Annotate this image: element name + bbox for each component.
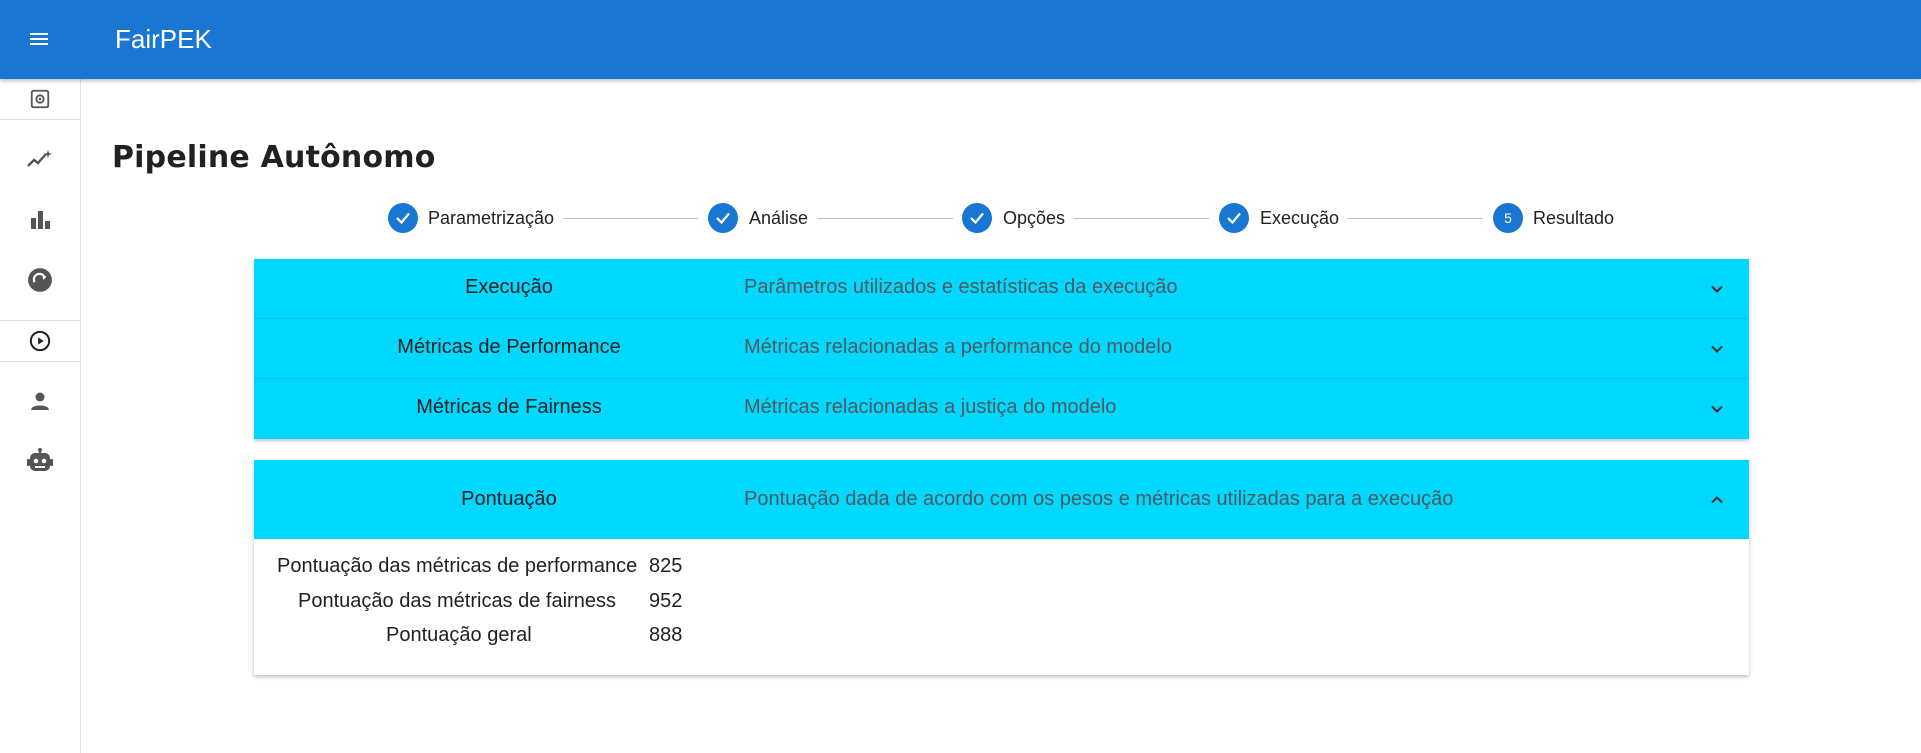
step-3-label[interactable]: Opções (1003, 208, 1065, 229)
step-3-circle[interactable] (962, 203, 992, 233)
sidebar-item-trending[interactable] (0, 140, 80, 180)
panel-description: Métricas relacionadas a justiça do model… (744, 396, 1117, 418)
settings-icon (30, 89, 50, 109)
chevron-down-icon (1711, 405, 1723, 413)
score-panel: Pontuação Pontuação dada de acordo com o… (254, 460, 1749, 675)
sidebar-divider (0, 361, 80, 362)
trending-icon (27, 150, 52, 167)
sidebar-item-refresh[interactable] (0, 260, 80, 300)
step-4-label[interactable]: Execução (1260, 208, 1339, 229)
score-label: Pontuação das métricas de fairness (298, 590, 616, 612)
sidebar-item-settings[interactable] (0, 79, 80, 119)
menu-icon (30, 33, 48, 45)
panel-title: Execução (465, 276, 553, 298)
stepper: Parametrização Análise Opções Execução 5… (0, 203, 1921, 233)
check-icon (396, 212, 410, 225)
score-label: Pontuação das métricas de performance (277, 555, 638, 577)
panel-fairness[interactable]: Métricas de Fairness Métricas relacionad… (254, 379, 1749, 439)
play-circle-icon (29, 330, 51, 352)
panel-title: Pontuação (461, 488, 557, 510)
step-connector (818, 218, 953, 219)
app-bar: FairPEK (0, 0, 1921, 79)
score-label: Pontuação geral (386, 624, 532, 646)
sidebar-item-robot[interactable] (0, 441, 80, 481)
step-connector (1347, 218, 1483, 219)
sidebar-item-play[interactable] (0, 321, 80, 361)
menu-button[interactable] (20, 20, 58, 58)
panel-description: Pontuação dada de acordo com os pesos e … (744, 488, 1454, 510)
check-icon (1227, 212, 1241, 225)
person-icon (31, 392, 49, 410)
score-panel-header[interactable]: Pontuação Pontuação dada de acordo com o… (254, 460, 1749, 539)
panel-description: Métricas relacionadas a performance do m… (744, 336, 1172, 358)
step-2-circle[interactable] (708, 203, 738, 233)
sidebar (0, 79, 81, 753)
page-title: Pipeline Autônomo (112, 140, 436, 175)
refresh-circle-icon (28, 268, 52, 292)
check-icon (716, 212, 730, 225)
score-panel-body: Pontuação das métricas de performance 82… (254, 539, 1749, 675)
chevron-down-icon (1711, 285, 1723, 293)
score-value: 825 (649, 555, 683, 577)
chevron-up-icon (1711, 496, 1723, 504)
panel-execucao[interactable]: Execução Parâmetros utilizados e estatís… (254, 259, 1749, 319)
results-accordion: Execução Parâmetros utilizados e estatís… (254, 259, 1749, 439)
step-connector (563, 218, 698, 219)
step-1-label[interactable]: Parametrização (428, 208, 554, 229)
step-1-circle[interactable] (388, 203, 418, 233)
sidebar-divider (0, 119, 80, 120)
panel-performance[interactable]: Métricas de Performance Métricas relacio… (254, 319, 1749, 379)
panel-title: Métricas de Performance (397, 336, 621, 358)
app-title: FairPEK (115, 24, 212, 54)
panel-title: Métricas de Fairness (416, 396, 602, 418)
step-5-number: 5 (1504, 210, 1512, 226)
step-4-circle[interactable] (1219, 203, 1249, 233)
step-2-label[interactable]: Análise (749, 208, 808, 229)
step-connector (1074, 218, 1209, 219)
score-value: 888 (649, 624, 683, 646)
check-icon (970, 212, 984, 225)
score-value: 952 (649, 590, 683, 612)
robot-icon (27, 448, 53, 471)
chevron-down-icon (1711, 345, 1723, 353)
sidebar-item-person[interactable] (0, 381, 80, 421)
step-5-label[interactable]: Resultado (1533, 208, 1614, 229)
panel-description: Parâmetros utilizados e estatísticas da … (744, 276, 1178, 298)
step-5-circle[interactable]: 5 (1493, 203, 1523, 233)
